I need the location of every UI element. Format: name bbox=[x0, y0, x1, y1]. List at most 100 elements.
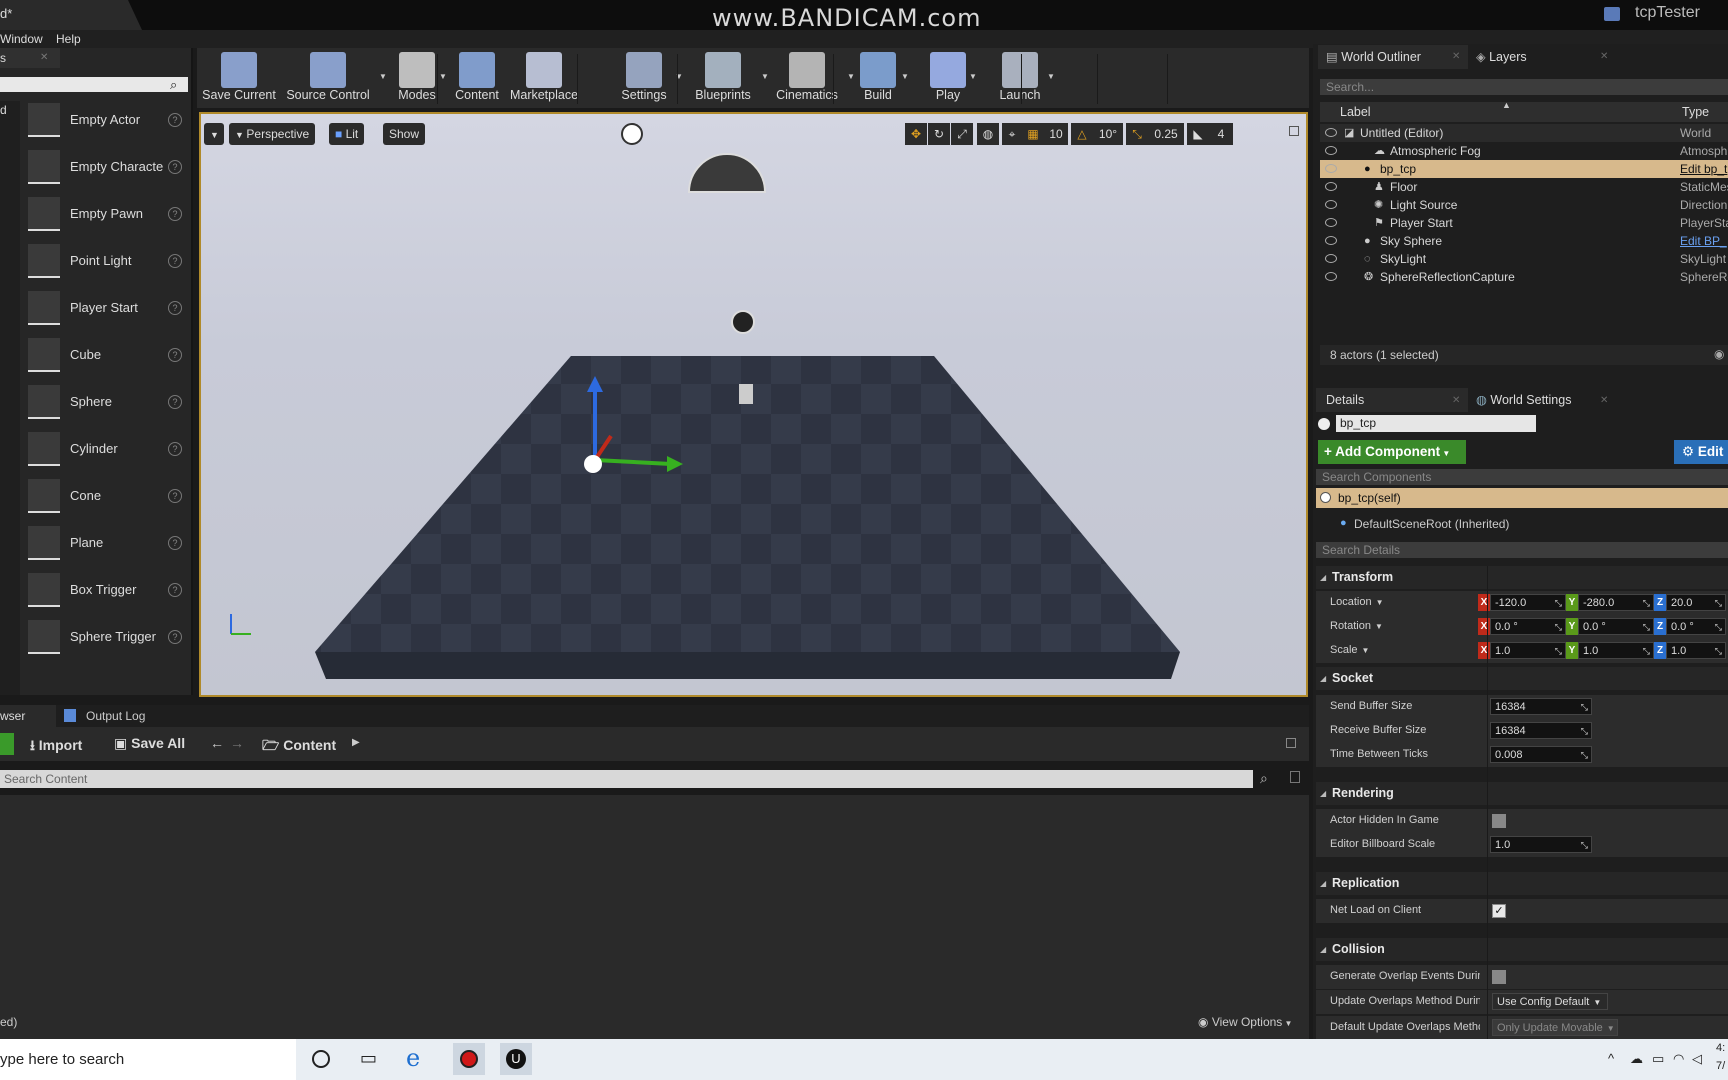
play-button[interactable]: Play bbox=[927, 48, 969, 108]
search-details-input[interactable]: Search Details bbox=[1316, 542, 1728, 558]
help-icon[interactable]: ? bbox=[168, 395, 182, 409]
bandicam-app[interactable] bbox=[453, 1043, 485, 1075]
translate-tool-icon[interactable]: ✥ bbox=[905, 123, 927, 145]
modes-button[interactable]: Modes bbox=[395, 48, 439, 108]
place-item-point-light[interactable]: Point Light? bbox=[24, 240, 190, 286]
update-overlaps-select[interactable]: Use Config Default ▼ bbox=[1492, 993, 1608, 1010]
scale-x-field[interactable]: 1.0 ⤡ bbox=[1490, 642, 1566, 659]
place-item-sphere-trigger[interactable]: Sphere Trigger? bbox=[24, 616, 190, 662]
import-button[interactable]: ⭳ Import bbox=[30, 735, 82, 759]
place-item-cone[interactable]: Cone? bbox=[24, 475, 190, 521]
location-z-field[interactable]: 20.0 ⤡ bbox=[1666, 594, 1726, 611]
transform-section-header[interactable]: Transform bbox=[1316, 566, 1728, 589]
modes-tab[interactable]: s bbox=[0, 48, 60, 68]
close-icon[interactable]: ✕ bbox=[1600, 395, 1608, 406]
save-current-button[interactable]: Save Current bbox=[201, 48, 277, 108]
content-search-input[interactable]: Search Content bbox=[0, 770, 1253, 788]
modes-dropdown-icon[interactable]: ▼ bbox=[439, 72, 447, 81]
battery-icon[interactable]: ▭ bbox=[1652, 1051, 1664, 1067]
task-view-icon[interactable]: ▭ bbox=[360, 1048, 377, 1069]
camera-speed-value[interactable]: 4 bbox=[1209, 123, 1233, 145]
build-button[interactable]: Build bbox=[855, 48, 901, 108]
actor-name-input[interactable]: bp_tcp bbox=[1336, 415, 1536, 432]
chevron-down-icon[interactable]: ▼ bbox=[1375, 622, 1383, 631]
taskbar-search-input[interactable]: ype here to search bbox=[0, 1039, 296, 1080]
rotate-tool-icon[interactable]: ↻ bbox=[928, 123, 950, 145]
visibility-eye-icon[interactable] bbox=[1325, 146, 1337, 155]
help-icon[interactable]: ? bbox=[168, 489, 182, 503]
location-x-field[interactable]: -120.0 ⤡ bbox=[1490, 594, 1566, 611]
scale-snap-value[interactable]: 0.25 bbox=[1148, 123, 1184, 145]
menu-window[interactable]: Window bbox=[0, 32, 43, 46]
level-viewport[interactable]: ▼ ▼ Perspective ■ Lit Show ✥ ↻ ⤢ ◍ ⌖ ▦ 1… bbox=[199, 112, 1308, 697]
onedrive-icon[interactable]: ☁ bbox=[1630, 1051, 1643, 1067]
network-icon[interactable]: ◠ bbox=[1673, 1051, 1684, 1067]
back-arrow-icon[interactable]: ← bbox=[210, 735, 224, 751]
path-chevron-icon[interactable]: ▶ bbox=[352, 737, 360, 748]
outliner-type[interactable]: Edit bp_t bbox=[1680, 160, 1727, 178]
visibility-eye-icon[interactable] bbox=[1325, 236, 1337, 245]
visibility-eye-icon[interactable] bbox=[1325, 128, 1337, 137]
clock-date[interactable]: 7/ bbox=[1716, 1060, 1725, 1072]
generate-overlap-checkbox[interactable] bbox=[1492, 970, 1506, 984]
view-options-button[interactable]: ◉ View Options ▼ bbox=[1198, 1015, 1292, 1029]
cortana-icon[interactable] bbox=[312, 1050, 330, 1068]
rendering-section-header[interactable]: Rendering bbox=[1316, 782, 1728, 805]
place-item-plane[interactable]: Plane? bbox=[24, 522, 190, 568]
outliner-row[interactable]: ⚑ Player Start PlayerSta bbox=[1320, 214, 1728, 232]
viewport-options-button[interactable]: ▼ bbox=[204, 123, 224, 145]
output-log-tab[interactable]: Output Log bbox=[86, 709, 145, 723]
rotation-z-field[interactable]: 0.0 ° ⤡ bbox=[1666, 618, 1726, 635]
editor-billboard-scale-field[interactable]: 1.0 ⤡ bbox=[1490, 836, 1592, 853]
clock-time[interactable]: 4: bbox=[1716, 1042, 1725, 1054]
volume-icon[interactable]: ◁ bbox=[1692, 1051, 1702, 1067]
close-icon[interactable]: ✕ bbox=[40, 52, 48, 63]
outliner-row[interactable]: ◪ Untitled (Editor) World bbox=[1320, 124, 1728, 142]
details-tab[interactable]: Details bbox=[1316, 388, 1468, 412]
rotation-y-field[interactable]: 0.0 ° ⤡ bbox=[1578, 618, 1654, 635]
source-control-dropdown-icon[interactable]: ▼ bbox=[379, 72, 387, 81]
time-between-ticks-field[interactable]: 0.008 ⤡ bbox=[1490, 746, 1592, 763]
help-icon[interactable]: ? bbox=[168, 301, 182, 315]
world-space-icon[interactable]: ◍ bbox=[977, 123, 999, 145]
outliner-row[interactable]: ❂ SphereReflectionCapture SphereRe bbox=[1320, 268, 1728, 286]
outliner-search-input[interactable]: Search... bbox=[1320, 79, 1728, 95]
launch-dropdown-icon[interactable]: ▼ bbox=[1047, 72, 1055, 81]
surface-snap-icon[interactable]: ⌖ bbox=[1002, 123, 1022, 145]
outliner-row[interactable]: ● bp_tcp Edit bp_t bbox=[1320, 160, 1728, 178]
visibility-eye-icon[interactable] bbox=[1325, 272, 1337, 281]
content-asset-area[interactable]: ed) ◉ View Options ▼ bbox=[0, 795, 1309, 1039]
grid-snap-value[interactable]: 10 bbox=[1044, 123, 1068, 145]
show-button[interactable]: Show bbox=[383, 123, 426, 145]
category-recently-placed[interactable]: d bbox=[0, 103, 7, 117]
place-item-empty-pawn[interactable]: Empty Pawn? bbox=[24, 193, 190, 239]
help-icon[interactable]: ? bbox=[168, 348, 182, 362]
visibility-eye-icon[interactable] bbox=[1325, 218, 1337, 227]
help-icon[interactable]: ? bbox=[168, 160, 182, 174]
edge-icon[interactable]: e bbox=[406, 1044, 420, 1072]
blueprints-button[interactable]: Blueprints bbox=[685, 48, 761, 108]
place-item-cube[interactable]: Cube? bbox=[24, 334, 190, 380]
scale-tool-icon[interactable]: ⤢ bbox=[951, 123, 973, 145]
help-icon[interactable]: ? bbox=[168, 583, 182, 597]
maximize-viewport-icon[interactable] bbox=[1289, 126, 1299, 136]
close-icon[interactable]: ✕ bbox=[1600, 51, 1608, 62]
help-icon[interactable]: ? bbox=[168, 442, 182, 456]
edit-blueprint-button[interactable]: ⚙ Edit bbox=[1674, 440, 1728, 464]
help-icon[interactable]: ? bbox=[168, 113, 182, 127]
receive-buffer-size-field[interactable]: 16384 ⤡ bbox=[1490, 722, 1592, 739]
net-load-checkbox[interactable]: ✓ bbox=[1492, 904, 1506, 918]
place-item-empty-character[interactable]: Empty Characte? bbox=[24, 146, 190, 192]
replication-section-header[interactable]: Replication bbox=[1316, 872, 1728, 895]
grid-snap-icon[interactable]: ▦ bbox=[1022, 123, 1044, 145]
place-search-input[interactable] bbox=[0, 77, 188, 92]
help-icon[interactable]: ? bbox=[168, 536, 182, 550]
unreal-app[interactable]: U bbox=[500, 1043, 532, 1075]
outliner-row[interactable]: ✺ Light Source Direction bbox=[1320, 196, 1728, 214]
path-content[interactable]: 🗁 Content bbox=[262, 735, 336, 759]
actor-hidden-checkbox[interactable] bbox=[1492, 814, 1506, 828]
layers-tab[interactable]: ◈ Layers bbox=[1470, 45, 1600, 69]
col-label[interactable]: Label bbox=[1340, 105, 1371, 119]
component-self-row[interactable]: bp_tcp(self) bbox=[1316, 488, 1728, 508]
socket-section-header[interactable]: Socket bbox=[1316, 667, 1728, 690]
